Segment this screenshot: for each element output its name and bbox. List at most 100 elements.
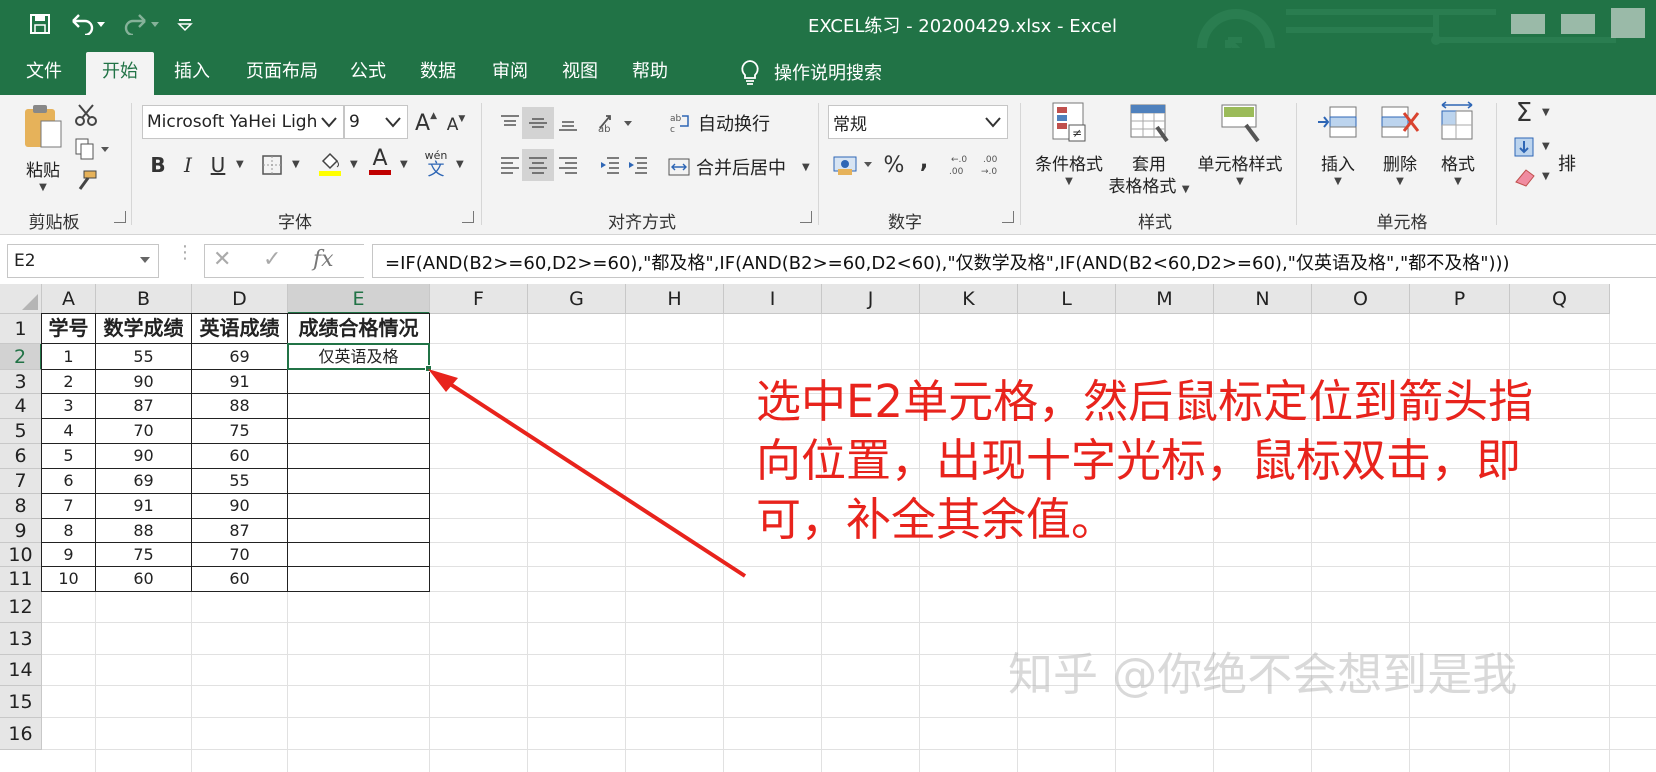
table-cell[interactable] <box>288 543 429 566</box>
fill-down-icon[interactable] <box>1508 131 1540 163</box>
clear-icon[interactable] <box>1508 161 1540 193</box>
table-cell[interactable]: 55 <box>192 469 287 493</box>
table-cell[interactable]: 8 <box>42 519 95 542</box>
confirm-edit-button[interactable]: ✓ <box>263 247 281 272</box>
table-cell[interactable]: 88 <box>96 519 191 542</box>
merge-center-button[interactable]: 合并后居中 ▼ <box>668 151 810 183</box>
conditional-formatting-button[interactable]: ≠ 条件格式 ▼ <box>1034 101 1104 187</box>
row-header[interactable]: 4 <box>0 394 42 419</box>
table-cell[interactable]: 10 <box>42 567 95 591</box>
percent-style-button[interactable]: % <box>878 149 910 181</box>
table-cell[interactable]: 91 <box>192 370 287 393</box>
table-cell[interactable] <box>288 469 429 493</box>
column-header[interactable]: L <box>1018 284 1116 314</box>
table-cell[interactable]: 87 <box>192 519 287 542</box>
table-cell[interactable]: 90 <box>96 370 191 393</box>
number-format-combo[interactable]: 常规 <box>828 105 1008 139</box>
cancel-edit-button[interactable]: ✕ <box>213 247 231 272</box>
accounting-format-icon[interactable] <box>830 149 880 181</box>
row-header[interactable]: 5 <box>0 419 42 444</box>
autosum-dropdown-icon[interactable]: ▼ <box>1542 107 1550 118</box>
table-cell[interactable]: 70 <box>96 419 191 443</box>
borders-dropdown-icon[interactable]: ▼ <box>292 159 300 170</box>
table-cell[interactable]: 1 <box>42 344 95 369</box>
row-header[interactable]: 7 <box>0 469 42 494</box>
comma-style-button[interactable]: , <box>908 145 940 177</box>
align-middle-icon[interactable] <box>522 107 554 139</box>
align-right-icon[interactable] <box>552 149 584 181</box>
formula-input[interactable]: =IF(AND(B2>=60,D2>=60),"都及格",IF(AND(B2>=… <box>372 244 1656 278</box>
borders-icon[interactable] <box>256 149 288 181</box>
fill-dropdown-icon[interactable]: ▼ <box>1542 141 1550 152</box>
table-cell[interactable] <box>288 519 429 542</box>
row-header[interactable]: 6 <box>0 444 42 469</box>
tab-review[interactable]: 审阅 <box>482 48 538 95</box>
table-cell[interactable]: 3 <box>42 394 95 418</box>
table-cell[interactable]: 75 <box>96 543 191 566</box>
cell-styles-button[interactable]: 单元格样式 ▼ <box>1196 101 1284 187</box>
table-cell[interactable]: 69 <box>192 344 287 369</box>
column-header[interactable]: D <box>192 284 288 314</box>
increase-indent-icon[interactable] <box>622 149 654 181</box>
row-header[interactable]: 12 <box>0 592 42 623</box>
tab-file[interactable]: 文件 <box>14 48 74 95</box>
font-color-button[interactable]: A <box>364 145 396 177</box>
row-header[interactable]: 13 <box>0 623 42 655</box>
table-cell[interactable]: 4 <box>42 419 95 443</box>
name-box[interactable]: E2 <box>7 244 159 278</box>
table-cell[interactable] <box>288 370 429 393</box>
clear-dropdown-icon[interactable]: ▼ <box>1542 171 1550 182</box>
number-launcher-icon[interactable] <box>1002 211 1014 223</box>
table-cell[interactable]: 9 <box>42 543 95 566</box>
delete-cells-button[interactable]: 删除 ▼ <box>1372 101 1428 187</box>
sort-filter-button[interactable]: 排 <box>1558 147 1576 179</box>
decrease-decimal-icon[interactable]: .00 →.0 <box>978 149 1010 181</box>
underline-dropdown-icon[interactable]: ▼ <box>236 159 244 170</box>
table-cell[interactable]: 70 <box>192 543 287 566</box>
table-cell[interactable]: 60 <box>192 567 287 591</box>
save-icon[interactable] <box>24 8 56 40</box>
fill-color-dropdown-icon[interactable]: ▼ <box>350 159 358 170</box>
tab-help[interactable]: 帮助 <box>622 48 678 95</box>
table-cell[interactable]: 6 <box>42 469 95 493</box>
undo-icon[interactable] <box>64 8 110 40</box>
table-cell[interactable]: 2 <box>42 370 95 393</box>
table-cell[interactable]: 75 <box>192 419 287 443</box>
table-cell[interactable] <box>288 444 429 468</box>
font-color-dropdown-icon[interactable]: ▼ <box>400 159 408 170</box>
table-cell[interactable]: 91 <box>96 494 191 518</box>
column-header[interactable]: K <box>920 284 1018 314</box>
tab-data[interactable]: 数据 <box>410 48 466 95</box>
format-painter-icon[interactable] <box>70 165 102 197</box>
row-header[interactable]: 9 <box>0 519 42 543</box>
column-header[interactable]: F <box>430 284 528 314</box>
alignment-launcher-icon[interactable] <box>800 211 812 223</box>
formula-bar-grip-icon[interactable]: ⋮ <box>176 244 194 262</box>
table-cell[interactable] <box>288 494 429 518</box>
column-header[interactable]: I <box>724 284 822 314</box>
table-cell[interactable]: 60 <box>96 567 191 591</box>
table-cell[interactable]: 90 <box>192 494 287 518</box>
paste-button[interactable]: 粘贴 ▼ <box>18 101 68 193</box>
phonetic-dropdown-icon[interactable]: ▼ <box>456 159 464 170</box>
column-header[interactable]: H <box>626 284 724 314</box>
font-launcher-icon[interactable] <box>462 211 474 223</box>
tab-formulas[interactable]: 公式 <box>340 48 396 95</box>
fill-color-icon[interactable] <box>314 147 346 179</box>
row-header[interactable]: 3 <box>0 370 42 394</box>
tell-me-search[interactable]: 操作说明搜索 <box>740 48 882 95</box>
shrink-font-button[interactable]: A ▼ <box>440 109 472 141</box>
underline-button[interactable]: U <box>202 149 234 181</box>
table-header-cell[interactable]: 成绩合格情况 <box>288 314 429 343</box>
table-cell[interactable]: 7 <box>42 494 95 518</box>
row-header[interactable]: 1 <box>0 314 42 344</box>
table-cell[interactable]: 55 <box>96 344 191 369</box>
table-cell[interactable]: 60 <box>192 444 287 468</box>
font-size-combo[interactable]: 9 <box>344 105 408 139</box>
row-header[interactable]: 11 <box>0 567 42 592</box>
phonetic-button[interactable]: wén 文 <box>420 147 452 179</box>
row-header[interactable]: 15 <box>0 686 42 718</box>
insert-cells-button[interactable]: 插入 ▼ <box>1310 101 1366 187</box>
table-header-cell[interactable]: 学号 <box>42 314 95 343</box>
row-header[interactable]: 10 <box>0 543 42 567</box>
